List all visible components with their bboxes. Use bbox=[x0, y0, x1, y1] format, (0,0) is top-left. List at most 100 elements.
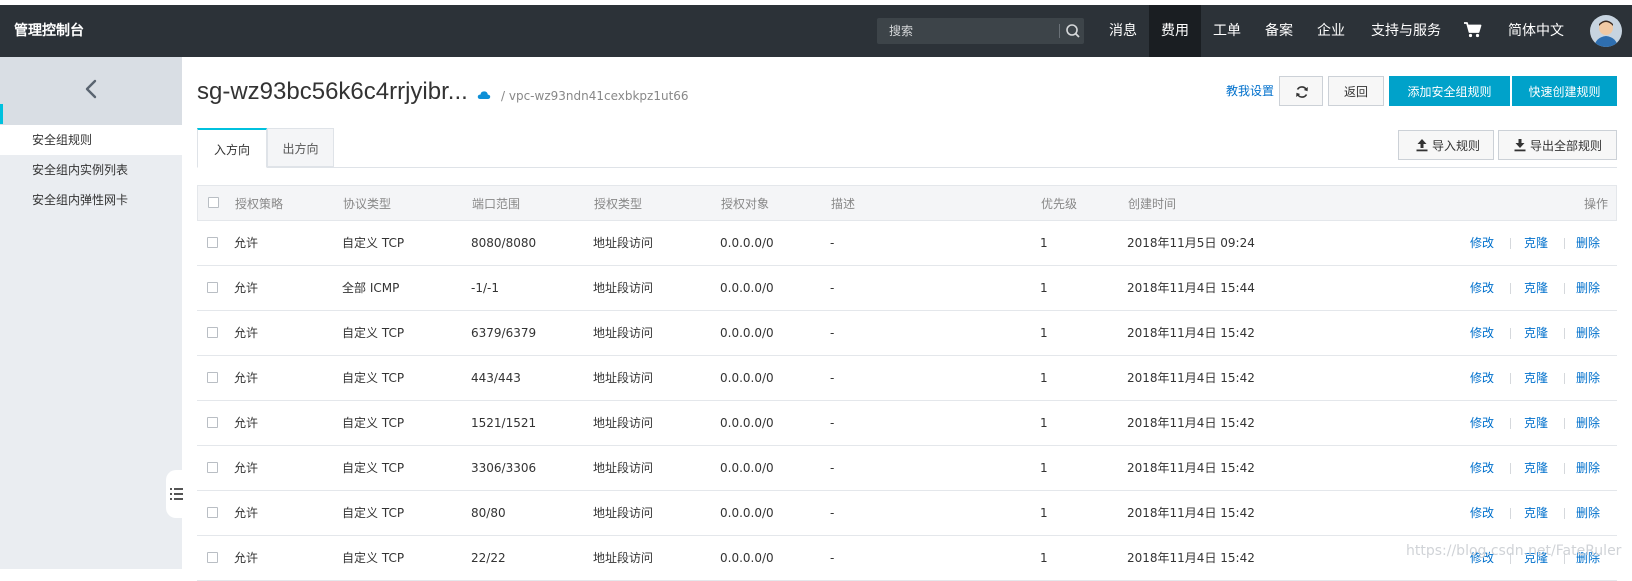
cell-policy: 允许 bbox=[234, 281, 259, 295]
console-brand[interactable]: 管理控制台 bbox=[14, 5, 84, 57]
search-box[interactable]: 搜索 bbox=[877, 18, 1084, 44]
select-all-checkbox[interactable] bbox=[208, 197, 219, 208]
row-checkbox[interactable] bbox=[207, 282, 218, 293]
nav-enterprise[interactable]: 企业 bbox=[1305, 5, 1357, 57]
delete-link[interactable]: 删除 bbox=[1576, 311, 1600, 356]
col-ports: 端口范围 bbox=[472, 197, 521, 211]
tab-outbound[interactable]: 出方向 bbox=[267, 128, 334, 167]
import-rules-button[interactable]: 导入规则 bbox=[1398, 130, 1494, 160]
tabs-underline bbox=[197, 167, 1617, 168]
top-bar-inner: 管理控制台 搜索 消息 费用 工单 备案 企业 支持与服务 简体中文 bbox=[0, 5, 1632, 57]
cell-auth-type: 地址段访问 bbox=[593, 281, 654, 295]
row-checkbox[interactable] bbox=[207, 372, 218, 383]
cell-target: 0.0.0.0/0 bbox=[720, 551, 774, 565]
avatar[interactable] bbox=[1590, 15, 1622, 47]
cart-icon[interactable] bbox=[1463, 21, 1483, 39]
edit-link[interactable]: 修改 bbox=[1470, 491, 1494, 536]
menu-list-icon[interactable] bbox=[170, 486, 184, 502]
action-divider bbox=[1564, 238, 1565, 249]
add-rule-button[interactable]: 添加安全组规则 bbox=[1389, 76, 1510, 106]
language-switcher[interactable]: 简体中文 bbox=[1498, 5, 1574, 57]
col-target: 授权对象 bbox=[721, 197, 770, 211]
delete-link[interactable]: 删除 bbox=[1576, 266, 1600, 311]
cell-protocol: 自定义 TCP bbox=[342, 506, 405, 520]
quick-create-button[interactable]: 快速创建规则 bbox=[1512, 76, 1617, 106]
sidebar-item-instances[interactable]: 安全组内实例列表 bbox=[0, 155, 182, 185]
clone-link[interactable]: 克隆 bbox=[1524, 356, 1548, 401]
cell-policy: 允许 bbox=[234, 461, 259, 475]
col-actions: 操作 bbox=[1584, 197, 1609, 211]
table-row: 允许 全部 ICMP -1/-1 地址段访问 0.0.0.0/0 - 1 2018年11月4日… bbox=[197, 266, 1617, 311]
clone-link[interactable]: 克隆 bbox=[1524, 491, 1548, 536]
back-button[interactable]: 返回 bbox=[1328, 76, 1384, 106]
tab-inbound[interactable]: 入方向 bbox=[197, 128, 267, 168]
sidebar: 安全组规则 安全组内实例列表 安全组内弹性网卡 bbox=[0, 57, 182, 569]
row-checkbox[interactable] bbox=[207, 507, 218, 518]
edit-link[interactable]: 修改 bbox=[1470, 356, 1494, 401]
cell-description: - bbox=[830, 416, 835, 430]
row-checkbox[interactable] bbox=[207, 327, 218, 338]
edit-link[interactable]: 修改 bbox=[1470, 446, 1494, 491]
cell-description: - bbox=[830, 551, 835, 565]
delete-link[interactable]: 删除 bbox=[1576, 446, 1600, 491]
edit-link[interactable]: 修改 bbox=[1470, 221, 1494, 266]
edit-link[interactable]: 修改 bbox=[1470, 311, 1494, 356]
cell-ports: -1/-1 bbox=[471, 281, 499, 295]
nav-tickets[interactable]: 工单 bbox=[1201, 5, 1253, 57]
cell-created: 2018年11月4日 15:44 bbox=[1127, 281, 1255, 295]
cell-policy: 允许 bbox=[234, 416, 259, 430]
sidebar-toggle[interactable] bbox=[166, 470, 186, 518]
edit-link[interactable]: 修改 bbox=[1470, 401, 1494, 446]
cell-target: 0.0.0.0/0 bbox=[720, 416, 774, 430]
action-divider bbox=[1564, 328, 1565, 339]
table-row: 允许 自定义 TCP 22/22 地址段访问 0.0.0.0/0 - 1 2018年11月4日… bbox=[197, 536, 1617, 581]
clone-link[interactable]: 克隆 bbox=[1524, 266, 1548, 311]
delete-link[interactable]: 删除 bbox=[1576, 491, 1600, 536]
action-divider bbox=[1564, 463, 1565, 474]
search-icon[interactable] bbox=[1063, 21, 1083, 41]
table-row: 允许 自定义 TCP 3306/3306 地址段访问 0.0.0.0/0 - 1 2018年1… bbox=[197, 446, 1617, 491]
nav-support[interactable]: 支持与服务 bbox=[1362, 5, 1450, 57]
row-checkbox[interactable] bbox=[207, 462, 218, 473]
sidebar-back[interactable] bbox=[0, 57, 182, 125]
edit-link[interactable]: 修改 bbox=[1470, 266, 1494, 311]
nav-messages[interactable]: 消息 bbox=[1097, 5, 1149, 57]
refresh-button[interactable] bbox=[1279, 76, 1323, 106]
refresh-icon bbox=[1296, 86, 1308, 98]
clone-link[interactable]: 克隆 bbox=[1524, 401, 1548, 446]
cell-target: 0.0.0.0/0 bbox=[720, 506, 774, 520]
cell-created: 2018年11月4日 15:42 bbox=[1127, 461, 1255, 475]
nav-billing[interactable]: 费用 bbox=[1149, 5, 1201, 57]
action-divider bbox=[1510, 328, 1511, 339]
sidebar-item-eni[interactable]: 安全组内弹性网卡 bbox=[0, 185, 182, 215]
clone-link[interactable]: 克隆 bbox=[1524, 311, 1548, 356]
row-checkbox[interactable] bbox=[207, 552, 218, 563]
delete-link[interactable]: 删除 bbox=[1576, 221, 1600, 266]
action-divider bbox=[1564, 283, 1565, 294]
search-input[interactable]: 搜索 bbox=[889, 18, 913, 44]
sidebar-item-rules[interactable]: 安全组规则 bbox=[0, 125, 182, 155]
clone-link[interactable]: 克隆 bbox=[1524, 446, 1548, 491]
cell-protocol: 自定义 TCP bbox=[342, 461, 405, 475]
watermark: https://blog.csdn.net/FateRuler bbox=[1406, 543, 1622, 559]
cell-priority: 1 bbox=[1040, 326, 1048, 340]
cloud-icon[interactable] bbox=[477, 88, 491, 102]
table-row: 允许 自定义 TCP 80/80 地址段访问 0.0.0.0/0 - 1 2018年11月4日… bbox=[197, 491, 1617, 536]
row-checkbox[interactable] bbox=[207, 417, 218, 428]
cell-target: 0.0.0.0/0 bbox=[720, 236, 774, 250]
delete-link[interactable]: 删除 bbox=[1576, 356, 1600, 401]
action-divider bbox=[1564, 373, 1565, 384]
export-rules-button[interactable]: 导出全部规则 bbox=[1498, 130, 1617, 160]
clone-link[interactable]: 克隆 bbox=[1524, 221, 1548, 266]
help-link[interactable]: 教我设置 bbox=[1226, 82, 1274, 99]
cell-auth-type: 地址段访问 bbox=[593, 236, 654, 250]
nav-icp[interactable]: 备案 bbox=[1253, 5, 1305, 57]
cell-created: 2018年11月4日 15:42 bbox=[1127, 551, 1255, 565]
cell-protocol: 自定义 TCP bbox=[342, 371, 405, 385]
row-checkbox[interactable] bbox=[207, 237, 218, 248]
cell-auth-type: 地址段访问 bbox=[593, 461, 654, 475]
delete-link[interactable]: 删除 bbox=[1576, 401, 1600, 446]
cell-created: 2018年11月4日 15:42 bbox=[1127, 371, 1255, 385]
chevron-left-icon[interactable] bbox=[80, 77, 104, 101]
cell-target: 0.0.0.0/0 bbox=[720, 326, 774, 340]
